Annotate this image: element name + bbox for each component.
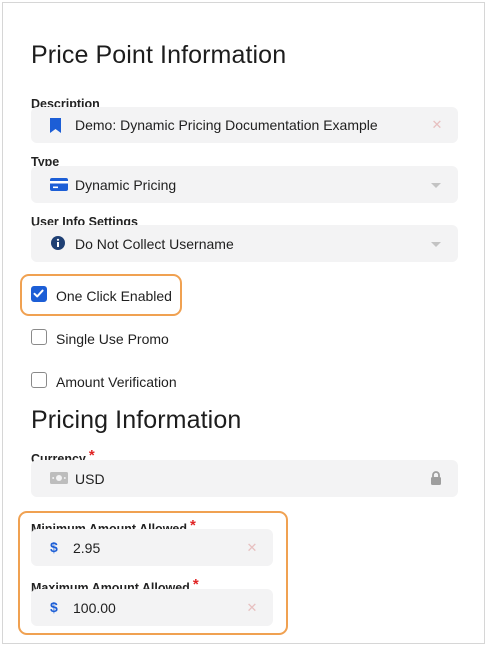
info-icon (51, 236, 65, 250)
user-info-select[interactable]: Do Not Collect Username (31, 225, 458, 262)
section-title-price-point: Price Point Information (31, 41, 287, 69)
min-amount-value: 2.95 (73, 540, 101, 556)
money-icon (50, 472, 68, 484)
type-select[interactable]: Dynamic Pricing (31, 166, 458, 203)
min-amount-input[interactable]: $ 2.95 ✕ (31, 529, 273, 566)
checkmark-icon (33, 289, 44, 298)
clear-icon[interactable]: ✕ (244, 600, 260, 616)
lock-icon (429, 470, 443, 486)
chevron-down-icon[interactable] (431, 182, 441, 188)
amount-verification-checkbox[interactable] (31, 372, 47, 388)
description-field[interactable]: Demo: Dynamic Pricing Documentation Exam… (31, 107, 458, 143)
single-use-promo-label: Single Use Promo (56, 331, 169, 347)
max-amount-value: 100.00 (73, 600, 116, 616)
dollar-icon: $ (50, 599, 58, 615)
clear-icon[interactable]: ✕ (429, 117, 445, 133)
dollar-icon: $ (50, 539, 58, 555)
chevron-down-icon[interactable] (431, 241, 441, 247)
user-info-value: Do Not Collect Username (75, 236, 234, 252)
description-value: Demo: Dynamic Pricing Documentation Exam… (75, 117, 378, 133)
one-click-checkbox[interactable] (31, 286, 47, 302)
type-value: Dynamic Pricing (75, 177, 177, 193)
amount-verification-label: Amount Verification (56, 374, 177, 390)
credit-card-icon (50, 178, 68, 191)
section-title-pricing: Pricing Information (31, 406, 242, 434)
one-click-label: One Click Enabled (56, 288, 172, 304)
bookmark-icon (49, 117, 61, 133)
single-use-promo-checkbox[interactable] (31, 329, 47, 345)
max-amount-input[interactable]: $ 100.00 ✕ (31, 589, 273, 626)
currency-value: USD (75, 471, 105, 487)
currency-field: USD (31, 460, 458, 497)
clear-icon[interactable]: ✕ (244, 540, 260, 556)
